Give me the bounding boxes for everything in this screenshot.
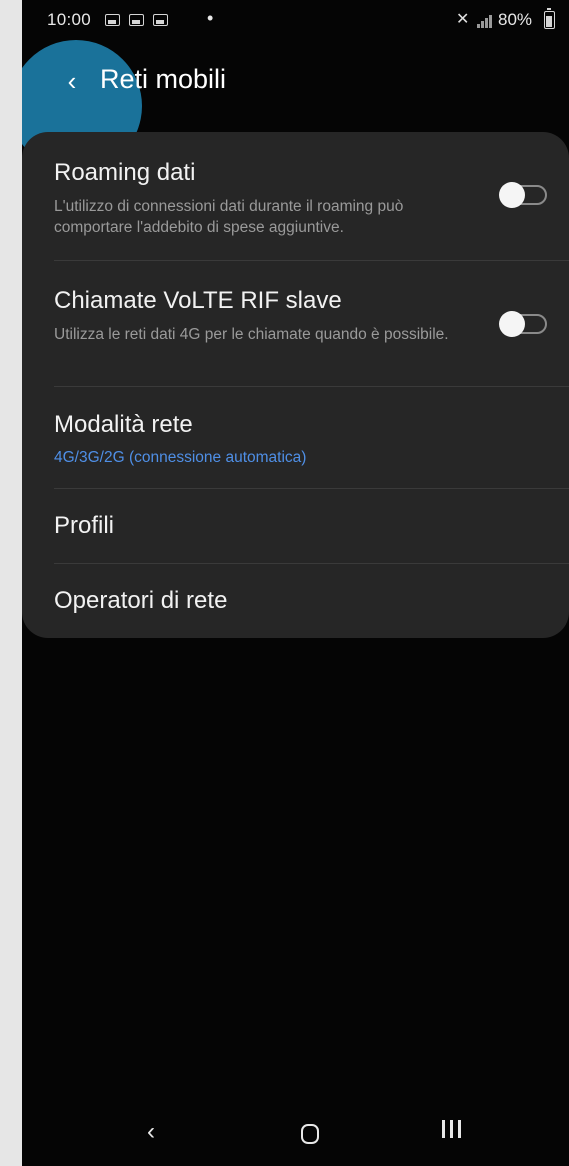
nav-back-icon[interactable]: ‹: [147, 1118, 155, 1146]
network-mode-value: 4G/3G/2G (connessione automatica): [54, 449, 307, 466]
nav-recents-icon[interactable]: [442, 1120, 464, 1138]
setting-modalita-rete[interactable]: Modalità rete 4G/3G/2G (connessione auto…: [22, 387, 569, 488]
nav-home-icon[interactable]: [301, 1124, 319, 1144]
battery-icon: [544, 8, 555, 29]
back-button[interactable]: ‹: [57, 66, 87, 96]
setting-title: Roaming dati: [54, 159, 196, 186]
roaming-toggle[interactable]: [497, 182, 549, 208]
setting-title: Chiamate VoLTE RIF slave: [54, 287, 342, 314]
signal-icon: [477, 14, 493, 28]
toggle-knob: [499, 182, 525, 208]
setting-title: Operatori di rete: [54, 587, 228, 614]
message-notification-icon: [153, 14, 168, 26]
setting-summary: L'utilizzo di connessioni dati durante i…: [54, 198, 404, 236]
volte-toggle[interactable]: [497, 311, 549, 337]
setting-profili[interactable]: Profili: [22, 489, 569, 563]
page-title: Reti mobili: [100, 64, 227, 94]
settings-card: Roaming dati L'utilizzo di connessioni d…: [22, 132, 569, 638]
setting-title: Profili: [54, 512, 115, 539]
setting-title: Modalità rete: [54, 411, 193, 438]
status-dot: •: [207, 8, 214, 28]
message-notification-icon: [129, 14, 144, 26]
toggle-knob: [499, 311, 525, 337]
battery-percentage: 80%: [498, 10, 533, 29]
setting-summary: Utilizza le reti dati 4G per le chiamate…: [54, 326, 449, 343]
setting-roaming-dati[interactable]: Roaming dati L'utilizzo di connessioni d…: [22, 132, 569, 260]
setting-operatori-di-rete[interactable]: Operatori di rete: [22, 564, 569, 638]
status-time: 10:00: [47, 10, 92, 29]
phone-screen: 10:00 • ✕ 80% ‹ Reti mobili Roaming dati…: [22, 0, 569, 1166]
gallery-notification-icon: [105, 14, 120, 26]
status-bar: 10:00 • ✕ 80%: [22, 0, 569, 40]
setting-volte[interactable]: Chiamate VoLTE RIF slave Utilizza le ret…: [22, 261, 569, 386]
mute-icon: ✕: [456, 11, 470, 28]
navigation-bar: ‹: [22, 1110, 569, 1166]
